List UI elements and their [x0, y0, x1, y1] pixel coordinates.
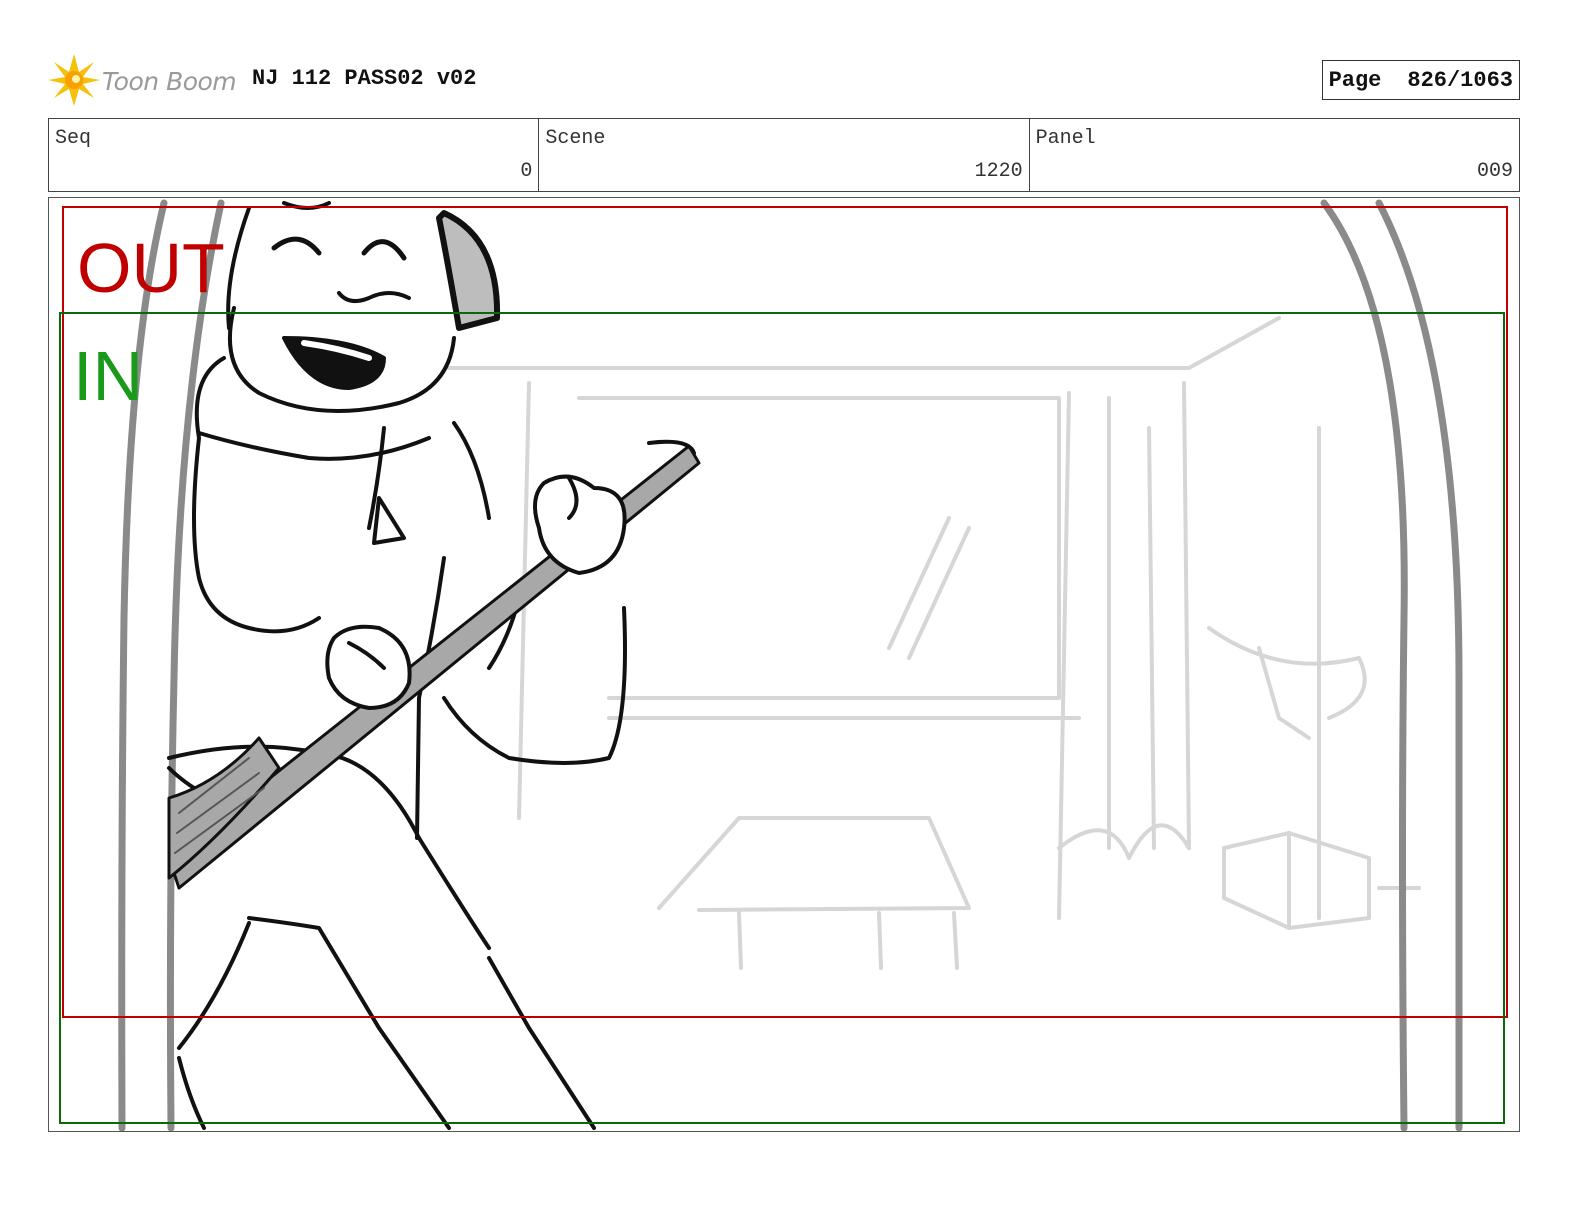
scene-label: Scene	[545, 127, 606, 150]
page-number: 826/1063	[1407, 67, 1513, 93]
starburst-logo-icon	[48, 54, 100, 106]
logo-wordmark: Toon Boom	[102, 66, 237, 96]
seq-cell: Seq 0	[49, 119, 540, 191]
in-label: IN	[73, 337, 143, 415]
document-title: NJ 112 PASS02 v02	[252, 66, 477, 91]
panel-label: Panel	[1035, 127, 1096, 150]
storyboard-panel: OUT IN	[48, 197, 1520, 1132]
scene-cell: Scene 1220	[539, 119, 1030, 191]
seq-value: 0	[520, 160, 533, 183]
out-label: OUT	[77, 229, 225, 307]
seq-label: Seq	[55, 127, 92, 150]
panel-drawing: OUT IN	[59, 199, 1508, 1131]
character-with-broom	[167, 201, 701, 1130]
panel-info-bar: Seq 0 Scene 1220 Panel 009	[48, 118, 1520, 192]
page-indicator: Page 826/1063	[1321, 60, 1520, 100]
toon-boom-logo: Toon Boom	[48, 52, 237, 108]
background-room-sketch	[447, 316, 1421, 970]
page-label: Page	[1328, 67, 1382, 93]
panel-value: 009	[1476, 160, 1513, 183]
page-header: Toon Boom NJ 112 PASS02 v02 Page 826/106…	[48, 52, 1520, 108]
panel-cell: Panel 009	[1030, 119, 1519, 191]
scene-value: 1220	[974, 160, 1023, 183]
